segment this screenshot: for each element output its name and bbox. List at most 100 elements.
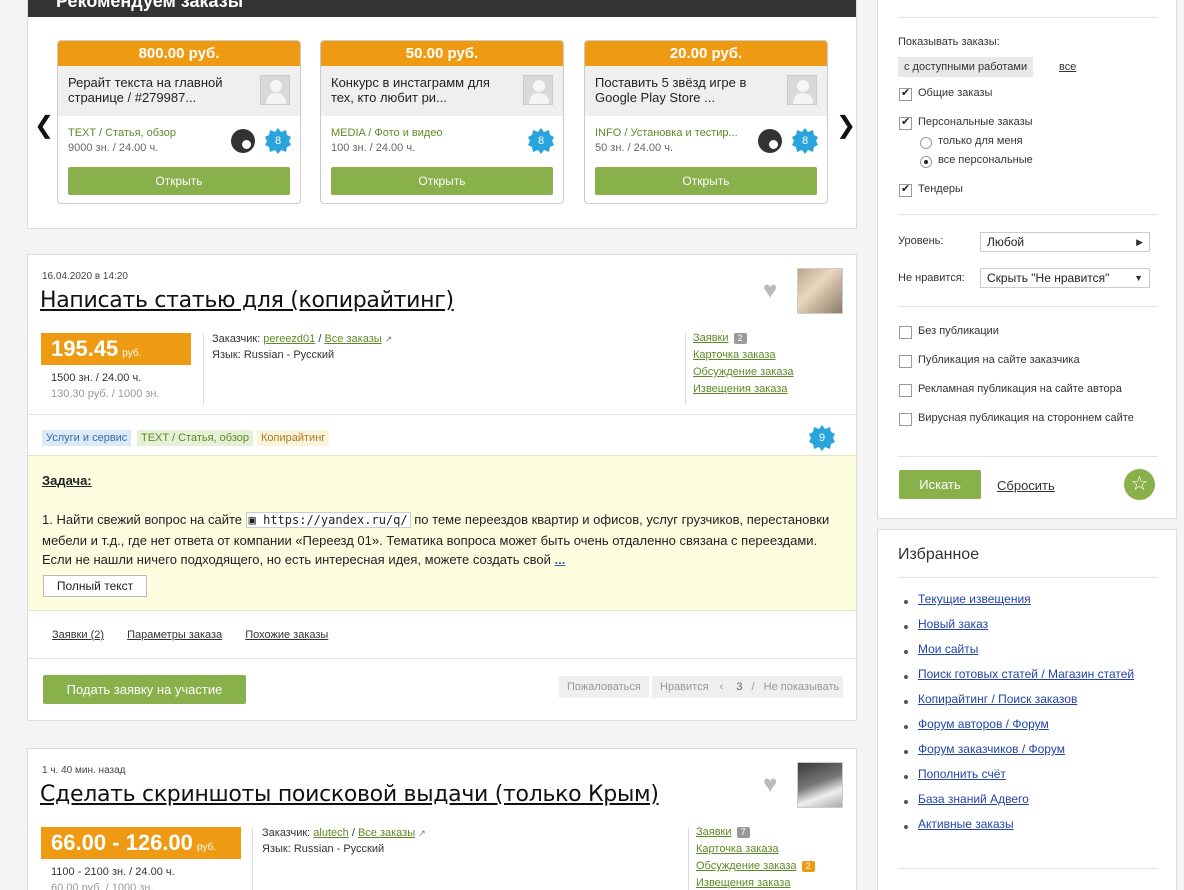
favorites-link[interactable]: Поиск готовых статей / Магазин статей [918, 667, 1134, 681]
level-badge-icon: 8 [527, 127, 555, 155]
recommended-card: 50.00 руб. Конкурс в инстаграмм для тех,… [320, 40, 564, 204]
carousel-next-arrow-icon[interactable]: ❯ [836, 111, 856, 140]
order-discussion-link[interactable]: Обсуждение заказа [693, 366, 794, 378]
task-more-link[interactable]: ... [554, 552, 565, 567]
favorites-link[interactable]: Текущие извещения [918, 592, 1031, 606]
order-links: Заявки 2 Карточка заказа Обсуждение зака… [693, 330, 794, 398]
pub-ad-author-site-checkbox[interactable] [899, 384, 912, 397]
tenders-checkbox[interactable] [899, 182, 912, 197]
customer-avatar[interactable] [797, 762, 843, 808]
card-category: INFO / Установка и тестир... [595, 127, 738, 139]
open-button[interactable]: Открыть [595, 167, 817, 195]
personal-orders-label: Персональные заказы [918, 116, 1033, 128]
pub-ad-author-site-label: Рекламная публикация на сайте автора [918, 383, 1122, 395]
card-title[interactable]: Рерайт текста на главной странице / #279… [68, 75, 223, 105]
tag-copywriting[interactable]: Копирайтинг [257, 430, 330, 446]
customer-link[interactable]: alutech [313, 827, 348, 839]
language-info: Язык: Russian - Русский [212, 349, 335, 361]
all-orders-link[interactable]: Все заказы [358, 827, 415, 839]
level-badge-value: 8 [274, 135, 282, 147]
order-notices-link[interactable]: Извещения заказа [693, 383, 787, 395]
all-personal-radio[interactable] [920, 156, 932, 168]
general-orders-checkbox[interactable] [899, 86, 912, 101]
external-link-icon: ↗ [418, 828, 426, 838]
user-clock-icon [758, 129, 782, 153]
only-for-me-radio[interactable] [920, 137, 932, 149]
heart-icon[interactable]: ♥ [763, 277, 777, 305]
full-text-button[interactable]: Полный текст [43, 575, 147, 597]
price-currency: руб. [196, 842, 216, 853]
pub-viral-label: Вирусная публикация на стороннем сайте [918, 412, 1134, 424]
apply-button[interactable]: Подать заявку на участие [43, 675, 246, 704]
tab-order-params[interactable]: Параметры заказа [127, 629, 222, 641]
order-card-link[interactable]: Карточка заказа [696, 843, 779, 855]
star-icon[interactable]: ☆ [1124, 469, 1155, 500]
dislike-select-value: Скрыть "Не нравится" [987, 271, 1110, 285]
divider [898, 456, 1158, 457]
card-title-box: Рерайт текста на главной странице / #279… [58, 66, 300, 116]
heart-icon[interactable]: ♥ [763, 771, 777, 799]
no-publication-label: Без публикации [918, 325, 999, 337]
favorites-item: Пополнить счёт [901, 767, 1151, 782]
personal-orders-checkbox[interactable] [899, 115, 912, 130]
order-title[interactable]: Написать статью для (копирайтинг) [40, 288, 454, 313]
customer-link[interactable]: pereezd01 [263, 333, 315, 345]
search-button[interactable]: Искать [899, 470, 981, 499]
bids-link[interactable]: Заявки [696, 826, 732, 838]
customer-label: Заказчик: [262, 827, 311, 839]
tab-bids[interactable]: Заявки (2) [52, 629, 104, 641]
card-title[interactable]: Поставить 5 звёзд игре в Google Play Sto… [595, 75, 746, 105]
order-rate: 130.30 руб. / 1000 зн. [51, 388, 160, 400]
order-date: 16.04.2020 в 14:20 [42, 271, 128, 282]
avatar-placeholder-icon [523, 75, 553, 105]
open-button[interactable]: Открыть [68, 167, 290, 195]
task-url-link[interactable]: ▣ https://yandex.ru/q/ [245, 512, 411, 528]
favorites-item: Активные заказы [901, 817, 1151, 832]
customer-label: Заказчик: [212, 333, 261, 345]
favorites-link[interactable]: Мои сайты [918, 642, 978, 656]
bids-link[interactable]: Заявки [693, 332, 729, 344]
favorites-link[interactable]: Форум заказчиков / Форум [918, 742, 1065, 756]
level-select[interactable]: Любой ▶ [980, 232, 1150, 252]
favorites-link[interactable]: Активные заказы [918, 817, 1014, 831]
customer-avatar[interactable] [797, 268, 843, 314]
card-title[interactable]: Конкурс в инстаграмм для тех, кто любит … [331, 75, 490, 105]
show-orders-label: Показывать заказы: [898, 36, 1000, 48]
level-badge-icon: 8 [264, 127, 292, 155]
carousel-prev-arrow-icon[interactable]: ❮ [34, 111, 54, 140]
like-button[interactable]: Нравится [660, 681, 709, 693]
order-links: Заявки 7 Карточка заказа Обсуждение зака… [696, 824, 815, 890]
pub-viral-checkbox[interactable] [899, 413, 912, 426]
bids-count-badge: 7 [736, 827, 750, 838]
favorites-link[interactable]: Новый заказ [918, 617, 988, 631]
favorites-link[interactable]: Форум авторов / Форум [918, 717, 1049, 731]
order-notices-link[interactable]: Извещения заказа [696, 877, 790, 889]
no-publication-checkbox[interactable] [899, 326, 912, 339]
reset-link[interactable]: Сбросить [997, 478, 1055, 493]
filter-available-works[interactable]: с доступными работами [898, 57, 1034, 77]
chevron-left-icon[interactable]: ‹ [720, 681, 724, 693]
hide-button[interactable]: Не показывать [764, 681, 840, 693]
pub-customer-site-checkbox[interactable] [899, 355, 912, 368]
dislike-select[interactable]: Скрыть "Не нравится" ▼ [980, 268, 1150, 288]
order-card-link[interactable]: Карточка заказа [693, 349, 776, 361]
tag-service[interactable]: Услуги и сервис [42, 430, 132, 446]
favorites-link[interactable]: Копирайтинг / Поиск заказов [918, 692, 1077, 706]
divider [252, 827, 253, 890]
favorites-link[interactable]: Пополнить счёт [918, 767, 1006, 781]
divider [28, 414, 856, 415]
order-card: 1 ч. 40 мин. назад Сделать скриншоты пои… [27, 748, 857, 890]
all-orders-link[interactable]: Все заказы [324, 333, 381, 345]
tab-similar-orders[interactable]: Похожие заказы [245, 629, 328, 641]
tag-category[interactable]: TEXT / Статья, обзор [137, 430, 253, 446]
card-price: 20.00 руб. [585, 41, 827, 66]
filter-show-all-link[interactable]: все [1059, 61, 1076, 73]
order-title[interactable]: Сделать скриншоты поисковой выдачи (толь… [40, 782, 659, 807]
favorites-link[interactable]: База знаний Адвего [918, 792, 1029, 806]
complain-button[interactable]: Пожаловаться [559, 676, 649, 698]
open-button[interactable]: Открыть [331, 167, 553, 195]
pub-customer-site-label: Публикация на сайте заказчика [918, 354, 1080, 366]
only-for-me-label: только для меня [938, 135, 1023, 147]
recommended-panel: Рекомендуем заказы ❮ ❯ 800.00 руб. Рерай… [27, 0, 857, 229]
order-discussion-link[interactable]: Обсуждение заказа [696, 860, 797, 872]
